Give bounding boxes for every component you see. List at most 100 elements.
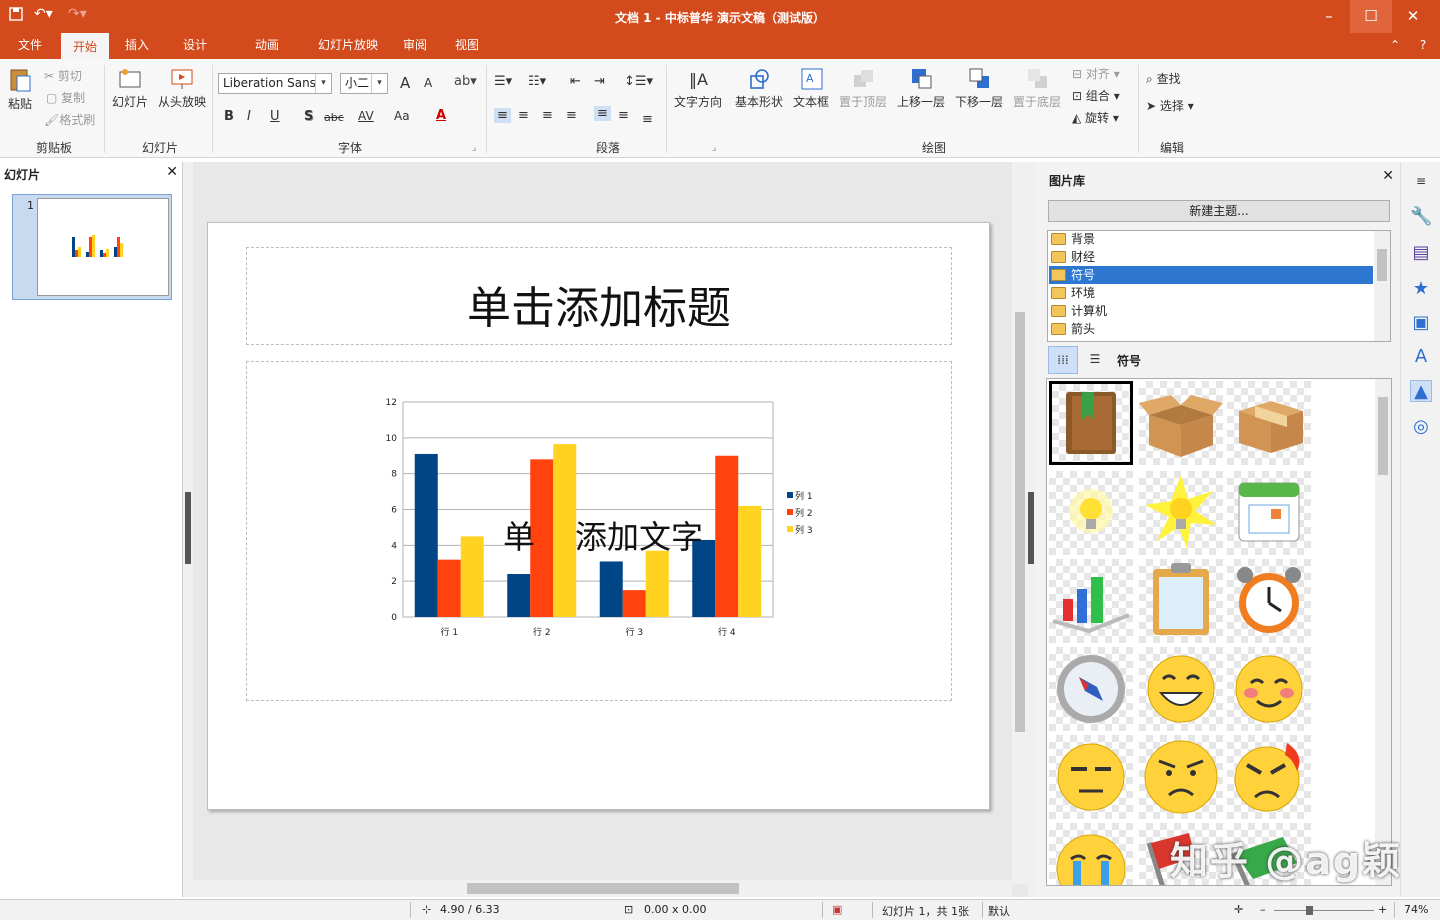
send-backward-button[interactable]: 下移一层 [955,93,1003,110]
gallery-scrollbar[interactable] [1375,379,1391,885]
group-button[interactable]: ⊡ 组合 ▾ [1072,87,1120,104]
bullet-list-icon[interactable]: ☰▾ [494,74,512,89]
font-family-combo[interactable]: Liberation Sans ▾ [218,73,332,94]
close-icon[interactable]: ✕ [166,164,178,180]
grin-emoji-icon[interactable] [1139,647,1223,731]
grow-font-button[interactable]: A [400,74,410,92]
tab-slideshow[interactable]: 幻灯片放映 [312,33,384,59]
paste-icon[interactable] [8,67,32,96]
slide[interactable]: 单击添加标题 0 2 4 6 8 10 12 行 1 行 2 行 3 行 4 列 1 列 2 列 3 单 … [207,222,990,810]
new-slide-icon[interactable] [118,67,142,94]
theme-item-finance[interactable]: 财经 [1049,248,1373,266]
tab-file[interactable]: 文件 [8,33,52,59]
help-icon[interactable]: ? [1414,33,1432,59]
unamused-emoji-icon[interactable] [1049,735,1133,819]
send-to-back-icon[interactable] [1026,67,1050,94]
shrink-font-button[interactable]: A [424,76,432,90]
italic-button[interactable]: I [247,109,251,124]
font-color-button[interactable]: A [436,108,446,123]
copy-button[interactable]: ▢ 复制 [46,89,85,106]
bring-forward-icon[interactable] [910,67,934,94]
align-left-icon[interactable]: ≡ [494,108,511,123]
document-modified-icon[interactable]: ▣ [832,903,842,916]
tab-home[interactable]: 开始 [61,33,109,59]
slide-thumbnail[interactable]: 1 [12,194,172,300]
bar-chart-icon[interactable] [1049,559,1133,643]
vertical-scrollbar[interactable] [1012,162,1028,884]
bring-to-front-button[interactable]: 置于顶层 [839,93,887,110]
underline-button[interactable]: U [270,109,280,124]
decrease-indent-icon[interactable]: ⇤ [570,74,581,89]
from-start-button[interactable]: 从头放映 [158,93,206,110]
theme-item-background[interactable]: 背景 [1049,230,1373,248]
sad-emoji-icon[interactable] [1139,735,1223,819]
align-center-icon[interactable]: ≡ [518,108,529,123]
slide-title[interactable]: 单击添加标题 [247,272,951,336]
align-right-icon[interactable]: ≡ [542,108,553,123]
panel-splitter-left[interactable] [183,162,193,897]
styles-icon[interactable]: A [1410,346,1432,368]
textbox-button[interactable]: 文本框 [793,93,829,110]
send-backward-icon[interactable] [968,67,992,94]
text-direction-button[interactable]: 文字方向 [674,93,722,110]
horizontal-scrollbar[interactable] [193,880,1012,897]
gallery-icon[interactable]: ▲ [1410,380,1432,402]
text-direction-icon[interactable]: ‖A [686,67,710,94]
alarm-clock-icon[interactable] [1227,559,1311,643]
list-view-button[interactable]: ☰ [1082,346,1108,374]
basic-shape-icon[interactable] [748,67,772,94]
cut-button[interactable]: ✂ 剪切 [44,67,82,84]
icon-view-button[interactable]: ⁞⁞⁞ [1048,346,1078,374]
theme-item-environment[interactable]: 环境 [1049,284,1373,302]
new-theme-button[interactable]: 新建主题... [1048,200,1390,222]
blush-emoji-icon[interactable] [1227,647,1311,731]
slide-transition-icon[interactable]: ▤ [1410,242,1432,264]
select-button[interactable]: ➤ 选择 ▾ [1146,97,1194,114]
content-placeholder[interactable]: 0 2 4 6 8 10 12 行 1 行 2 行 3 行 4 列 1 列 2 列 3 单 添加文字 [246,361,952,701]
zoom-out-button[interactable]: – [1260,903,1266,916]
bring-forward-button[interactable]: 上移一层 [897,93,945,110]
maximize-button[interactable]: ☐ [1350,0,1392,33]
closed-box-icon[interactable] [1227,381,1311,465]
bulb-icon[interactable] [1049,471,1133,555]
align-top-icon[interactable]: ≡ [594,106,611,121]
menu-icon[interactable]: ≡ [1410,170,1432,192]
shadow-button[interactable]: S [304,109,313,124]
paste-button[interactable]: 粘贴 [8,95,32,112]
align-middle-icon[interactable]: ≡ [618,108,629,123]
theme-list-scrollbar[interactable] [1374,231,1390,341]
crying-emoji-icon[interactable] [1049,823,1133,885]
open-box-icon[interactable] [1139,381,1223,465]
collapse-ribbon-icon[interactable]: ⌃ [1386,33,1404,59]
align-bottom-icon[interactable]: ≡ [642,112,653,127]
font-size-combo[interactable]: 小二 ▾ [340,73,388,94]
close-button[interactable]: ✕ [1392,0,1434,33]
animation-icon[interactable]: ★ [1410,278,1432,300]
bright-bulb-icon[interactable] [1139,471,1223,555]
increase-indent-icon[interactable]: ⇥ [594,74,605,89]
theme-item-arrows[interactable]: 箭头 [1049,320,1373,338]
panel-splitter-right[interactable] [1028,162,1035,897]
char-spacing-button[interactable]: AV [358,109,374,123]
play-from-start-icon[interactable] [170,67,194,94]
strikethrough-button[interactable]: abc [324,111,344,124]
zoom-slider[interactable] [1274,906,1374,915]
clipboard-icon[interactable] [1139,559,1223,643]
theme-item-symbols[interactable]: 符号 [1049,266,1373,284]
find-button[interactable]: ⌕ 查找 [1146,70,1181,87]
rotate-button[interactable]: ◭ 旋转 ▾ [1072,109,1119,126]
line-spacing-icon[interactable]: ↕☰▾ [624,74,653,89]
compass-icon[interactable] [1049,647,1133,731]
bold-button[interactable]: B [224,109,234,124]
change-case-button[interactable]: Aa [394,109,410,123]
tab-review[interactable]: 审阅 [396,33,434,59]
minimize-button[interactable]: – [1308,0,1350,33]
properties-icon[interactable]: 🔧 [1410,206,1432,228]
book-icon[interactable] [1049,381,1133,465]
title-placeholder[interactable]: 单击添加标题 [246,247,952,345]
close-icon[interactable]: ✕ [1382,168,1394,184]
send-to-back-button[interactable]: 置于底层 [1013,93,1061,110]
highlight-icon[interactable]: ab▾ [454,74,477,89]
align-button[interactable]: ⊟ 对齐 ▾ [1072,65,1120,82]
format-painter-button[interactable]: 🖌格式刷 [44,111,95,128]
